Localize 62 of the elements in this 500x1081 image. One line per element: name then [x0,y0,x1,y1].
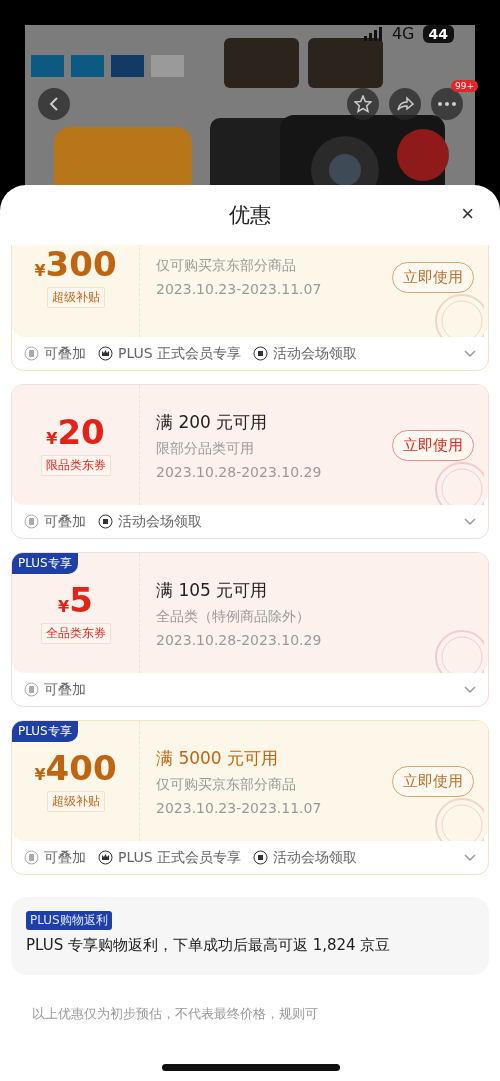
coupon-type-tag: 限品类东券 [40,454,111,476]
coupon-feature: PLUS 正式会员专享 [118,344,242,363]
back-icon [48,96,60,112]
coupon-feature: 活动会场领取 [273,848,358,867]
coupon-scope: 仅可购买京东部分商品 [156,775,297,794]
coupon-scope: 仅可购买京东部分商品 [156,257,297,275]
share-icon [396,96,414,112]
coupon-amount: ¥400 [34,750,117,785]
stamp-icon [432,459,484,505]
stack-icon [24,346,39,361]
crown-icon [98,850,113,865]
coupon-type-tag: 超级补贴 [46,790,105,812]
chevron-down-icon[interactable] [464,685,476,694]
close-button[interactable]: × [457,203,478,225]
use-now-button[interactable]: 立即使用 [392,429,474,461]
venue-icon [253,850,269,865]
coupon-type-tag: 超级补贴 [46,286,105,308]
rebate-text: PLUS 专享购物返利，下单成功后最高可返 1,824 京豆 [26,936,391,955]
venue-icon [253,346,269,361]
coupon-amount: ¥300 [34,246,117,281]
coupon-dates: 2023.10.28-2023.10.29 [156,631,323,648]
stack-icon [24,514,39,529]
coupon-amount: ¥20 [46,414,105,449]
chevron-down-icon[interactable] [464,853,476,862]
coupon-scope: 全品类（特例商品除外） [156,607,311,626]
venue-icon [98,514,113,529]
signal-icon [363,26,384,41]
crown-icon [98,346,113,361]
rebate-badge: PLUS购物返利 [26,911,112,930]
star-icon [354,95,372,113]
stamp-icon [432,291,484,337]
coupon-feature: 可叠加 [44,344,86,363]
use-now-button[interactable]: 立即使用 [392,765,474,797]
sheet-title: 优惠 [229,202,271,229]
coupon-condition: 满 200 元可用 [156,410,269,434]
coupon-scope: 限部分品类可用 [156,439,255,458]
coupon-feature: 活动会场领取 [118,512,202,531]
coupon-dates: 2023.10.28-2023.10.29 [156,463,323,480]
coupon-feature: 活动会场领取 [273,344,358,363]
coupon-feature: PLUS 正式会员专享 [118,848,242,867]
stamp-icon [432,795,484,841]
coupon-feature: 可叠加 [44,512,86,531]
coupon-amount: ¥5 [58,582,93,617]
coupon-feature: 可叠加 [44,848,86,867]
plus-badge: PLUS专享 [12,721,78,742]
chevron-down-icon[interactable] [464,517,476,526]
coupon-condition: 满 105 元可用 [156,578,269,602]
network-label: 4G [391,24,415,43]
use-now-button[interactable]: 立即使用 [392,261,474,293]
chevron-down-icon[interactable] [464,349,476,358]
stack-icon [24,850,39,865]
notification-badge: 99+ [451,80,478,92]
coupon-feature: 可叠加 [44,680,86,699]
coupon-dates: 2023.10.23-2023.11.07 [156,281,323,297]
coupon-dates: 2023.10.23-2023.11.07 [156,799,323,816]
coupon-condition: 满 5000 元可用 [156,746,280,770]
coupon-type-tag: 全品类东券 [40,622,111,644]
more-icon [438,102,456,106]
stack-icon [24,682,39,697]
plus-badge: PLUS专享 [12,553,78,574]
disclaimer-text: 以上优惠仅为初步预估，不代表最终价格，规则可 [31,1005,319,1023]
stamp-icon [432,627,484,673]
